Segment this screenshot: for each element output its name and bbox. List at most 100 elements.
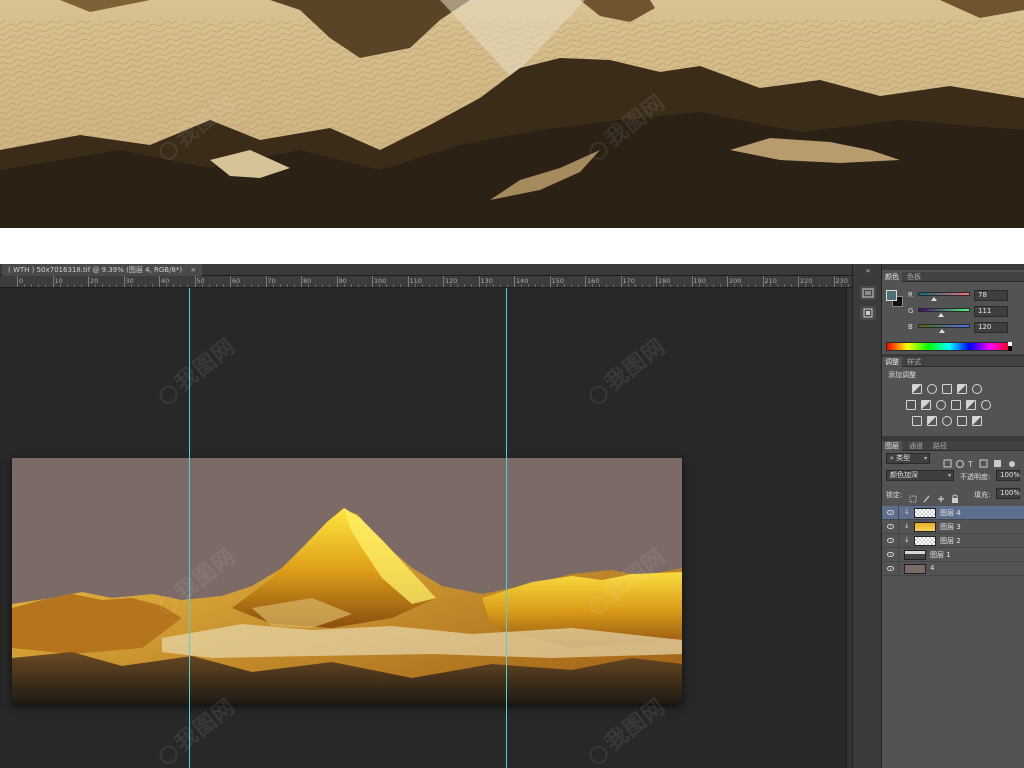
close-icon[interactable]: ×	[190, 266, 196, 274]
layer-thumbnail[interactable]	[914, 508, 936, 518]
hue-saturation-icon[interactable]	[906, 400, 916, 410]
channel-value-input[interactable]: 78	[974, 290, 1008, 301]
black-chip[interactable]	[1008, 346, 1012, 351]
layer-thumbnail[interactable]	[904, 564, 926, 574]
visibility-eye-icon[interactable]	[887, 552, 894, 557]
lock-options[interactable]	[908, 489, 960, 503]
tab-paths[interactable]: 路径	[930, 441, 950, 451]
exposure-icon[interactable]	[957, 384, 967, 394]
visibility-eye-icon[interactable]	[887, 510, 894, 515]
layer-name[interactable]: 4	[930, 564, 934, 572]
properties-icon[interactable]	[860, 306, 876, 320]
panel-collapse-bar[interactable]	[882, 264, 1024, 270]
brightness-icon[interactable]	[912, 384, 922, 394]
collapse-icon[interactable]: «	[860, 266, 876, 275]
ruler-minor-tick	[357, 284, 359, 287]
horizontal-ruler[interactable]: 0 10 20 30 40 50 60 70 80 90 100 110 120 130 140 150 160…	[0, 276, 852, 288]
canvas-area[interactable]	[0, 288, 846, 768]
history-icon[interactable]	[860, 286, 876, 300]
posterize-icon[interactable]	[927, 416, 937, 426]
threshold-icon[interactable]	[942, 416, 952, 426]
layer-thumbnail[interactable]	[914, 522, 936, 532]
adjustments-panel-tabs: 调整 样式	[882, 357, 1024, 367]
color-lookup-icon[interactable]	[981, 400, 991, 410]
slider-thumb[interactable]	[930, 297, 937, 301]
color-balance-icon[interactable]	[921, 400, 931, 410]
channel-value-input[interactable]: 120	[974, 322, 1008, 333]
ruler-minor-tick	[712, 284, 714, 287]
tab-channels[interactable]: 通道	[906, 441, 926, 451]
vertical-guide[interactable]	[506, 288, 507, 768]
layer-thumbnail[interactable]	[904, 550, 926, 560]
vibrance-icon[interactable]	[972, 384, 982, 394]
layer-name[interactable]: 图层 4	[940, 508, 961, 518]
slider-thumb[interactable]	[939, 329, 946, 333]
tab-layers[interactable]: 图层	[882, 441, 902, 451]
channel-mixer-icon[interactable]	[966, 400, 976, 410]
ruler-minor-tick	[741, 284, 743, 287]
channel-slider[interactable]	[918, 308, 970, 312]
opacity-input[interactable]: 100%	[996, 470, 1020, 481]
gradient-map-icon[interactable]	[972, 416, 982, 426]
photo-filter-icon[interactable]	[951, 400, 961, 410]
layer-row[interactable]: 图层 1	[882, 548, 1024, 562]
slider-thumb[interactable]	[937, 313, 944, 317]
layer-row[interactable]: ↓ 图层 2	[882, 534, 1024, 548]
layer-row[interactable]: ↓ 图层 4	[882, 506, 1024, 520]
ruler-major-tick	[17, 276, 18, 287]
fill-input[interactable]: 100%	[996, 488, 1020, 499]
ruler-label: 130	[480, 277, 493, 285]
layer-row[interactable]: 4	[882, 562, 1024, 576]
ruler-label: 0	[19, 277, 24, 285]
layer-filter-select[interactable]: ⌕ 类型 ▾	[886, 453, 930, 464]
ruler-minor-tick	[471, 284, 473, 287]
channel-slider[interactable]	[918, 324, 970, 328]
tab-styles[interactable]: 样式	[904, 357, 924, 367]
tab-color[interactable]: 颜色	[882, 272, 902, 282]
ruler-minor-tick	[379, 284, 381, 287]
layer-thumbnail[interactable]	[914, 536, 936, 546]
ruler-major-tick	[159, 276, 160, 287]
white-separator-band	[0, 228, 1024, 264]
vertical-guide[interactable]	[189, 288, 190, 768]
blend-mode-select[interactable]: 颜色加深 ▾	[886, 470, 954, 481]
invert-icon[interactable]	[912, 416, 922, 426]
curves-icon[interactable]	[942, 384, 952, 394]
ruler-minor-tick	[826, 284, 828, 287]
ruler-major-tick	[372, 276, 373, 287]
layer-name[interactable]: 图层 1	[930, 550, 951, 560]
color-spectrum-bar[interactable]	[886, 342, 1012, 351]
ruler-minor-tick	[577, 284, 579, 287]
ruler-label: 120	[445, 277, 458, 285]
clipping-mask-icon: ↓	[904, 508, 910, 516]
ruler-minor-tick	[698, 284, 700, 287]
selective-color-icon[interactable]	[957, 416, 967, 426]
layer-row[interactable]: ↓ 图层 3	[882, 520, 1024, 534]
black-white-icon[interactable]	[936, 400, 946, 410]
ruler-minor-tick	[364, 284, 366, 287]
document-canvas[interactable]	[12, 458, 682, 704]
ruler-label: 140	[516, 277, 529, 285]
panel-icon-strip: «	[852, 264, 882, 768]
layer-separator	[898, 520, 899, 534]
tab-swatches[interactable]: 色板	[904, 272, 924, 282]
ruler-minor-tick	[31, 284, 33, 287]
ruler-major-tick	[230, 276, 231, 287]
visibility-eye-icon[interactable]	[887, 566, 894, 571]
channel-slider[interactable]	[918, 292, 970, 296]
layer-name[interactable]: 图层 2	[940, 536, 961, 546]
layer-separator	[898, 548, 899, 562]
visibility-eye-icon[interactable]	[887, 538, 894, 543]
chevron-down-icon: ▾	[947, 472, 951, 479]
ruler-minor-tick	[393, 284, 395, 287]
ruler-minor-tick	[506, 284, 508, 287]
ruler-minor-tick	[648, 284, 650, 287]
tab-adjustments[interactable]: 调整	[882, 357, 902, 367]
levels-icon[interactable]	[927, 384, 937, 394]
ruler-minor-tick	[109, 284, 111, 287]
channel-value-input[interactable]: 111	[974, 306, 1008, 317]
layer-name[interactable]: 图层 3	[940, 522, 961, 532]
foreground-color-swatch[interactable]	[886, 290, 897, 301]
visibility-eye-icon[interactable]	[887, 524, 894, 529]
document-tab[interactable]: ( WTH ) 50x7016318.tif @ 9.39% (图层 4, RG…	[2, 264, 203, 276]
